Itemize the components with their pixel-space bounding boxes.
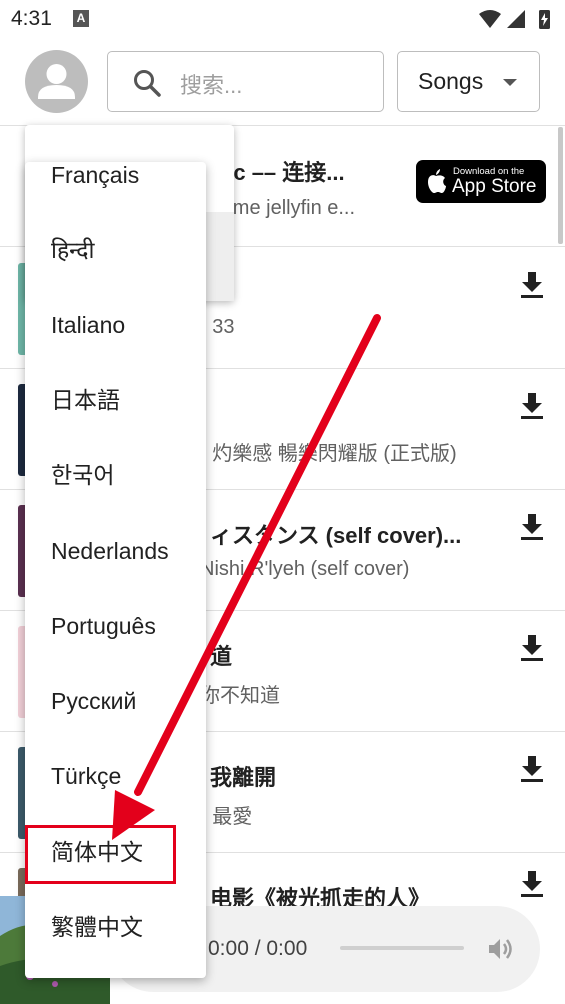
- songs-filter-label: Songs: [418, 68, 484, 94]
- song-subtitle: · 灼樂感 暢樂閃耀版 (正式版): [200, 443, 457, 465]
- banner-title: sic –– 连接...: [215, 160, 345, 185]
- song-subtitle: Nishi R'lyeh (self cover): [200, 558, 410, 580]
- language-option[interactable]: 繁體中文: [25, 890, 206, 965]
- person-icon: [38, 64, 75, 99]
- chevron-down-icon: [503, 79, 517, 86]
- song-title: 我離開: [210, 765, 277, 790]
- wifi-icon: [479, 10, 501, 28]
- download-icon[interactable]: [519, 391, 545, 421]
- language-option[interactable]: Italiano: [25, 288, 206, 363]
- download-icon[interactable]: [519, 512, 545, 542]
- app-header: 搜索... Songs: [0, 38, 565, 126]
- download-icon[interactable]: [519, 633, 545, 663]
- language-option[interactable]: हिन्दी: [25, 213, 206, 288]
- language-option[interactable]: 日本語: [25, 363, 206, 438]
- download-icon[interactable]: [519, 270, 545, 300]
- download-icon[interactable]: [519, 754, 545, 784]
- songs-filter-dropdown[interactable]: Songs: [397, 51, 540, 112]
- notification-icon: A: [73, 10, 89, 27]
- apple-icon: [428, 169, 446, 193]
- search-placeholder: 搜索...: [180, 73, 243, 98]
- song-subtitle: 你不知道: [200, 685, 280, 707]
- language-option[interactable]: Русский: [25, 664, 206, 739]
- banner-subtitle: rome jellyfin e...: [215, 197, 356, 219]
- song-title: 道: [210, 644, 233, 669]
- playback-progress-slider[interactable]: [340, 946, 464, 950]
- app-store-label: App Store: [452, 176, 537, 197]
- status-bar: 4:31 A: [0, 0, 565, 38]
- language-option[interactable]: Nederlands: [25, 514, 206, 589]
- playback-time: 0:00 / 0:00: [208, 937, 308, 960]
- search-input[interactable]: 搜索...: [107, 51, 384, 112]
- song-title: ィスタンス (self cover)...: [210, 523, 462, 548]
- scrollbar[interactable]: [558, 127, 563, 244]
- search-icon: [134, 70, 161, 97]
- language-option[interactable]: 한국어: [25, 438, 206, 513]
- signal-icon: [507, 10, 525, 28]
- avatar[interactable]: [25, 50, 88, 113]
- song-subtitle: · 最愛: [200, 806, 253, 828]
- system-status-icons: [479, 10, 550, 29]
- app-store-button[interactable]: Download on the App Store: [416, 160, 546, 203]
- language-option[interactable]: Türkçe: [25, 739, 206, 814]
- status-time: 4:31: [11, 7, 52, 30]
- volume-icon[interactable]: [486, 935, 514, 963]
- language-option[interactable]: Français: [25, 162, 206, 213]
- language-option[interactable]: Português: [25, 589, 206, 664]
- annotation-highlight-box: [25, 825, 176, 884]
- download-icon[interactable]: [519, 869, 545, 899]
